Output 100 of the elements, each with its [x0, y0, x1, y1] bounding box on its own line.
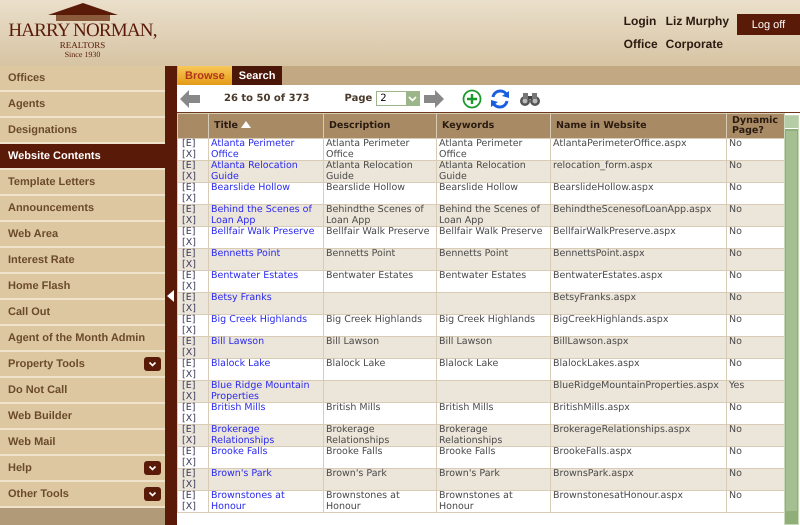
- scroll-thumb[interactable]: [786, 131, 797, 511]
- sidebar-item-label: Web Mail: [8, 436, 56, 448]
- row-action-link[interactable]: [E]: [182, 469, 207, 480]
- roof-icon: [48, 3, 118, 21]
- sidebar-item-label: Call Out: [8, 306, 50, 318]
- refresh-icon[interactable]: [489, 88, 512, 110]
- sidebar-item[interactable]: Help: [0, 456, 165, 482]
- row-action-link[interactable]: [X]: [182, 282, 207, 292]
- dynamic-page-cell: No: [729, 204, 742, 215]
- column-header[interactable]: [178, 114, 208, 138]
- row-action-link[interactable]: [E]: [182, 337, 207, 348]
- sidebar-item[interactable]: Template Letters: [0, 170, 165, 196]
- logoff-button[interactable]: Log off: [737, 14, 800, 35]
- page-name-cell: BrownsPark.aspx: [553, 468, 634, 479]
- sidebar-item[interactable]: Offices: [0, 66, 165, 92]
- keywords-cell: Atlanta Relocation Guide: [439, 160, 526, 182]
- row-action-link[interactable]: [X]: [182, 414, 207, 424]
- keywords-cell: Blalock Lake: [439, 358, 498, 369]
- sidebar-item[interactable]: Agent of the Month Admin: [0, 326, 165, 352]
- row-action-link[interactable]: [X]: [182, 348, 207, 358]
- row-action-link[interactable]: [X]: [182, 172, 207, 182]
- column-header[interactable]: Dynamic Page?: [726, 114, 784, 138]
- row-action-link[interactable]: [X]: [182, 216, 207, 226]
- row-action-link[interactable]: [E]: [182, 491, 207, 502]
- row-action-link[interactable]: [E]: [182, 227, 207, 238]
- sidebar-item-label: Do Not Call: [8, 384, 68, 396]
- sidebar-item[interactable]: Do Not Call: [0, 378, 165, 404]
- row-action-link[interactable]: [E]: [182, 161, 207, 172]
- sidebar-item[interactable]: Property Tools: [0, 352, 165, 378]
- keywords-cell: Big Creek Highlands: [439, 314, 536, 325]
- sidebar-item[interactable]: Interest Rate: [0, 248, 165, 274]
- sidebar-item[interactable]: Announcements: [0, 196, 165, 222]
- row-action-link[interactable]: [X]: [182, 480, 207, 490]
- sidebar-item[interactable]: Agents: [0, 92, 165, 118]
- logo-since: Since 1930: [64, 50, 100, 59]
- row-action-link[interactable]: [X]: [182, 194, 207, 204]
- sidebar-item-label: Template Letters: [8, 176, 96, 188]
- scrollbar[interactable]: [784, 115, 799, 525]
- row-action-link[interactable]: [E]: [182, 139, 207, 150]
- tab[interactable]: Search: [232, 66, 282, 85]
- row-action-link[interactable]: [X]: [182, 238, 207, 248]
- column-header[interactable]: Description: [324, 114, 436, 138]
- sidebar-item[interactable]: Home Flash: [0, 274, 165, 300]
- sidebar-item-label: Website Contents: [8, 150, 101, 162]
- sidebar-item[interactable]: Web Builder: [0, 404, 165, 430]
- next-arrow-icon[interactable]: [424, 90, 444, 108]
- sidebar-item[interactable]: Web Area: [0, 222, 165, 248]
- expand-icon[interactable]: [144, 461, 161, 475]
- row-action-link[interactable]: [E]: [182, 425, 207, 436]
- description-cell: Behindthe Scenes of Loan App: [326, 204, 424, 226]
- column-header[interactable]: Name in Website: [550, 114, 726, 138]
- keywords-cell: Brooke Falls: [439, 446, 496, 457]
- description-cell: Brown's Park: [326, 468, 387, 479]
- expand-icon[interactable]: [144, 487, 161, 501]
- previous-arrow-icon[interactable]: [180, 90, 200, 108]
- dynamic-page-cell: No: [729, 314, 742, 325]
- binoculars-icon[interactable]: [519, 90, 542, 106]
- row-action-link[interactable]: [X]: [182, 392, 207, 402]
- sidebar-item[interactable]: Web Mail: [0, 430, 165, 456]
- row-action-link[interactable]: [E]: [182, 293, 207, 304]
- expand-icon[interactable]: [144, 357, 161, 371]
- sidebar-item-label: Interest Rate: [8, 254, 75, 266]
- row-action-link[interactable]: [X]: [182, 150, 207, 160]
- logo-text: HARRY NORMAN,: [8, 21, 157, 41]
- row-action-link[interactable]: [X]: [182, 304, 207, 314]
- column-header[interactable]: Title: [208, 114, 324, 138]
- row-action-link[interactable]: [E]: [182, 205, 207, 216]
- add-icon[interactable]: [462, 88, 482, 108]
- row-action-link[interactable]: [X]: [182, 436, 207, 446]
- row-action-link[interactable]: [E]: [182, 381, 207, 392]
- description-cell: Brownstones at Honour: [326, 490, 400, 512]
- logo-subtitle: REALTORS: [60, 41, 106, 50]
- page-name-cell: BearslideHollow.aspx: [553, 182, 654, 193]
- row-action-link[interactable]: [X]: [182, 458, 207, 468]
- dynamic-page-cell: Yes: [729, 380, 744, 391]
- row-action-link[interactable]: [X]: [182, 370, 207, 380]
- row-action-link[interactable]: [E]: [182, 183, 207, 194]
- row-action-link[interactable]: [E]: [182, 271, 207, 282]
- row-action-link[interactable]: [E]: [182, 403, 207, 414]
- keywords-cell: Bearslide Hollow: [439, 182, 518, 193]
- row-action-link[interactable]: [E]: [182, 447, 207, 458]
- column-header[interactable]: Keywords: [436, 114, 550, 138]
- sidebar-item[interactable]: Designations: [0, 118, 165, 144]
- collapse-icon[interactable]: [167, 290, 175, 302]
- description-cell: British Mills: [326, 402, 380, 413]
- row-action-link[interactable]: [X]: [182, 502, 207, 512]
- row-action-link[interactable]: [E]: [182, 315, 207, 326]
- keywords-cell: Brokerage Relationships: [439, 424, 502, 446]
- sidebar-item[interactable]: Website Contents: [0, 144, 165, 170]
- page-select[interactable]: 2: [376, 91, 420, 106]
- row-action-link[interactable]: [E]: [182, 249, 207, 260]
- sidebar-item[interactable]: Other Tools: [0, 482, 165, 508]
- sidebar-item[interactable]: Call Out: [0, 300, 165, 326]
- description-cell: Bentwater Estates: [326, 270, 414, 281]
- row-action-link[interactable]: [E]: [182, 359, 207, 370]
- row-action-link[interactable]: [X]: [182, 260, 207, 270]
- page-name-cell: BehindtheScenesofLoanApp.aspx: [553, 204, 712, 215]
- row-action-link[interactable]: [X]: [182, 326, 207, 336]
- page-name-cell: BrokerageRelationships.aspx: [553, 424, 690, 435]
- dynamic-page-cell: No: [729, 160, 742, 171]
